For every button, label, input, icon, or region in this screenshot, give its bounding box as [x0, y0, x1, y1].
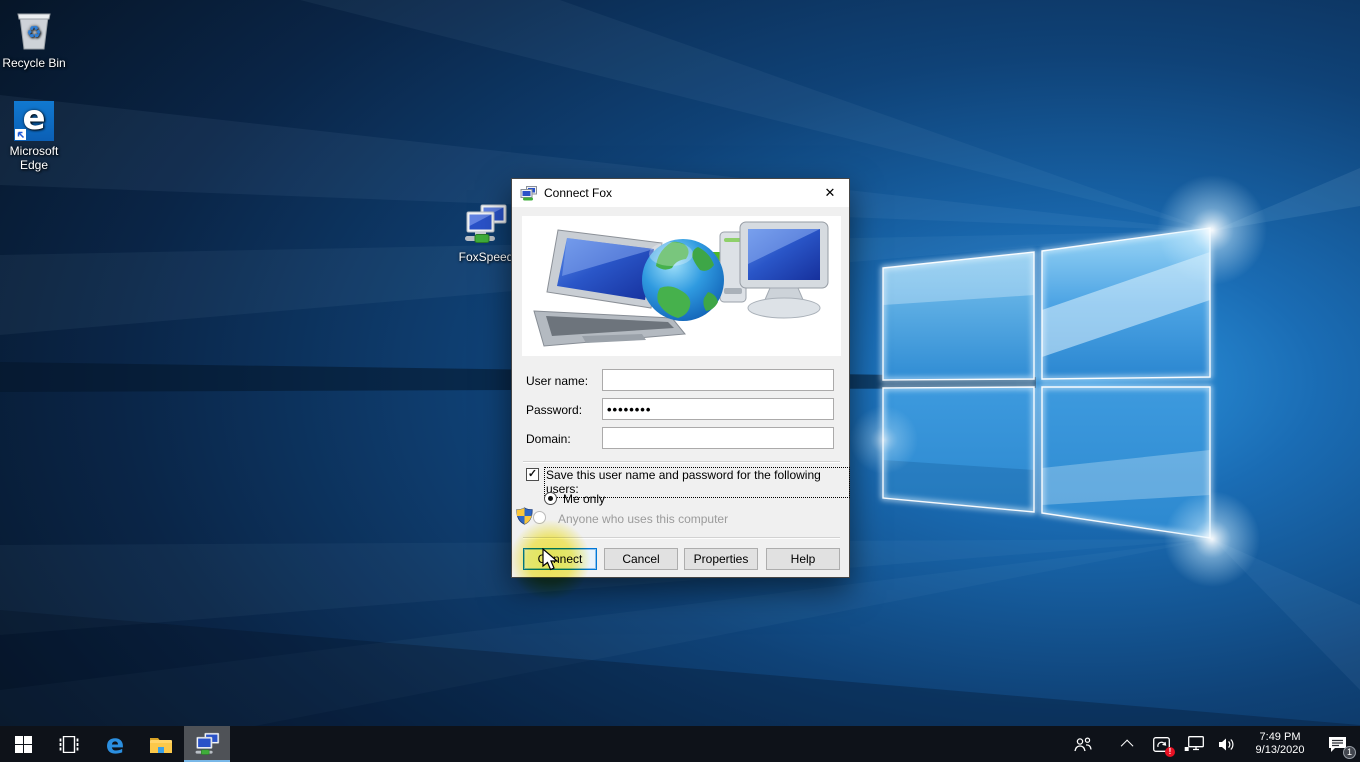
taskbar-edge-button[interactable]: e [92, 726, 138, 762]
connect-button[interactable]: Connect [523, 548, 597, 570]
taskbar-file-explorer-button[interactable] [138, 726, 184, 762]
alert-badge: ! [1165, 747, 1175, 757]
volume-button[interactable] [1216, 731, 1238, 757]
tray-overflow-button[interactable] [1117, 731, 1139, 757]
system-tray: ! 7:49 PM 9/13/2020 1 [1072, 726, 1360, 762]
security-alert-button[interactable]: ! [1150, 731, 1172, 757]
dialup-connection-icon [194, 732, 221, 757]
edge-icon: e [106, 729, 124, 760]
connect-dialog: Connect Fox ✕ [511, 178, 850, 578]
notification-badge: 1 [1343, 746, 1356, 759]
help-button[interactable]: Help [766, 548, 840, 570]
desktop-icon-recycle-bin[interactable]: ♻ Recycle Bin [0, 5, 72, 70]
me-only-label[interactable]: Me only [563, 492, 605, 506]
chevron-up-icon [1120, 739, 1133, 752]
desktop-icon-label: FoxSpeed [459, 250, 514, 264]
connection-banner [522, 216, 841, 356]
separator [523, 537, 840, 539]
people-button[interactable] [1072, 731, 1094, 757]
password-label: Password: [526, 403, 606, 417]
close-button[interactable]: ✕ [811, 179, 849, 207]
action-center-button[interactable]: 1 [1322, 731, 1352, 757]
network-icon [1184, 736, 1204, 752]
taskbar-clock[interactable]: 7:49 PM 9/13/2020 [1249, 731, 1311, 757]
username-input[interactable] [602, 369, 834, 391]
domain-label: Domain: [526, 432, 606, 446]
task-view-icon [58, 736, 80, 753]
file-explorer-icon [149, 735, 173, 754]
desktop-icon-label: Edge [20, 158, 48, 172]
properties-button[interactable]: Properties [684, 548, 758, 570]
edge-icon: e [14, 101, 54, 141]
windows-start-icon [15, 736, 32, 753]
task-view-button[interactable] [46, 726, 92, 762]
me-only-radio[interactable] [544, 492, 557, 505]
recycle-bin-icon: ♻ [10, 5, 58, 53]
start-button[interactable] [0, 726, 46, 762]
desktop-icon-label: Microsoft [10, 144, 59, 158]
dialup-connection-icon [520, 186, 537, 201]
dialog-titlebar[interactable]: Connect Fox ✕ [512, 179, 849, 207]
people-icon [1074, 737, 1092, 752]
shortcut-arrow-icon [15, 129, 26, 140]
check-icon: ✓ [528, 469, 537, 480]
uac-shield-icon [516, 507, 533, 525]
dialog-title: Connect Fox [544, 186, 612, 200]
password-input[interactable] [602, 398, 834, 420]
close-icon: ✕ [825, 185, 836, 201]
taskbar-connection-app-button[interactable] [184, 726, 230, 762]
anyone-radio [533, 511, 546, 524]
clock-time: 7:49 PM [1249, 731, 1311, 744]
save-credentials-checkbox[interactable]: ✓ [526, 468, 539, 481]
network-illustration [522, 216, 841, 356]
radio-dot [548, 496, 553, 501]
volume-icon [1218, 737, 1236, 752]
domain-input[interactable] [602, 427, 834, 449]
username-label: User name: [526, 374, 606, 388]
desktop-icon-microsoft-edge[interactable]: e Microsoft Edge [0, 101, 72, 172]
network-button[interactable] [1183, 731, 1205, 757]
taskbar: e [0, 726, 1360, 762]
desktop-icon-label: Recycle Bin [2, 56, 65, 70]
cancel-button[interactable]: Cancel [604, 548, 678, 570]
anyone-label: Anyone who uses this computer [558, 512, 728, 526]
clock-date: 9/13/2020 [1249, 744, 1311, 757]
svg-text:♻: ♻ [26, 23, 41, 43]
dialup-connection-icon [463, 203, 509, 247]
separator [523, 461, 840, 463]
